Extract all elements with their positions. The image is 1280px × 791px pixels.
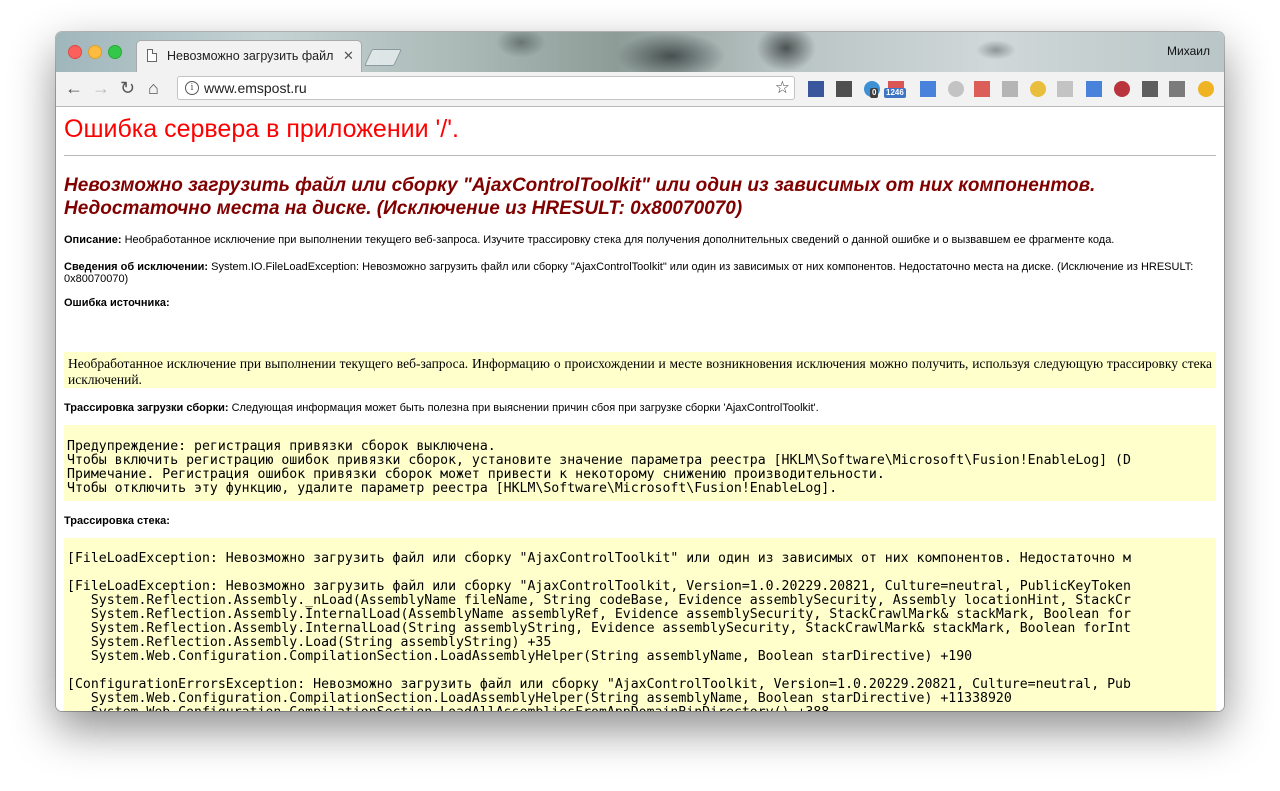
stack-trace-line: System.Reflection.Assembly.InternalLoad(… [67, 621, 1131, 636]
stack-trace-line: System.Reflection.Assembly.InternalLoad(… [67, 607, 1131, 622]
error-title: Невозможно загрузить файл или сборку "Aj… [64, 174, 1204, 220]
window-close-button[interactable] [68, 45, 82, 59]
window-minimize-button[interactable] [88, 45, 102, 59]
alert-extension-icon[interactable] [1198, 81, 1214, 97]
toolbar: ← → ↻ ⌂ i www.emspost.ru ☆ 0 1246 [56, 72, 1224, 107]
stack-trace-line: System.Web.Configuration.CompilationSect… [67, 649, 973, 664]
extension-badge: 1246 [884, 88, 906, 98]
chrome-extension-icon[interactable] [1030, 81, 1046, 97]
stack-trace-line [67, 664, 1216, 678]
assembly-trace-text: Следующая информация может быть полезна … [228, 402, 819, 414]
stack-trace-line: System.Reflection.Assembly._nLoad(Assemb… [67, 593, 1131, 608]
ublock-icon[interactable] [1114, 81, 1130, 97]
source-error-text: Необработанное исключение при выполнении… [68, 356, 1212, 387]
assembly-trace-label: Трассировка загрузки сборки: [64, 402, 229, 414]
error-title-line1: Невозможно загрузить файл или сборку "Aj… [64, 175, 1096, 196]
source-error-heading: Ошибка источника: [64, 297, 1214, 309]
page-extension-icon[interactable] [1002, 81, 1018, 97]
stack-trace-label: Трассировка стека: [64, 515, 170, 527]
stack-trace-line: System.Web.Configuration.CompilationSect… [67, 691, 1012, 706]
browser-window: Невозможно загрузить файл ✕ Михаил ← → ↻… [56, 32, 1224, 711]
stack-trace-line [67, 538, 1216, 552]
counter-extension-icon[interactable]: 1246 [884, 81, 906, 98]
forward-button[interactable]: → [92, 78, 110, 98]
book-extension-icon[interactable] [974, 81, 990, 97]
address-bar[interactable]: i www.emspost.ru ☆ [177, 76, 795, 100]
stack-trace-line: [FileLoadException: Невозможно загрузить… [67, 551, 1131, 566]
assembly-trace-lines: Предупреждение: регистрация привязки сбо… [64, 425, 1216, 496]
bookmark-star-icon[interactable]: ☆ [775, 78, 790, 98]
exception-label: Сведения об исключении: [64, 261, 209, 273]
stack-trace-line: [ConfigurationErrorsException: Невозможн… [67, 677, 1131, 692]
assembly-trace: Трассировка загрузки сборки: Следующая и… [64, 402, 1214, 414]
reload-button[interactable]: ↻ [120, 78, 135, 98]
page-heading: Ошибка сервера в приложении '/'. [64, 115, 459, 143]
back-button[interactable]: ← [65, 78, 83, 98]
new-tab-button[interactable] [364, 49, 402, 66]
divider [64, 155, 1216, 156]
inbox-extension-icon[interactable] [1142, 81, 1158, 97]
title-bar: Невозможно загрузить файл ✕ Михаил [56, 32, 1224, 72]
pin-extension-icon[interactable] [836, 81, 852, 97]
v-extension-icon[interactable] [808, 81, 824, 97]
page-content: Ошибка сервера в приложении '/'. Невозмо… [56, 107, 1224, 711]
profile-name[interactable]: Михаил [1167, 44, 1210, 58]
assembly-trace-line: Предупреждение: регистрация привязки сбо… [67, 439, 496, 454]
home-button[interactable]: ⌂ [148, 78, 159, 98]
tab-title: Невозможно загрузить файл [167, 49, 334, 63]
assembly-trace-line: Чтобы отключить эту функцию, удалите пар… [67, 481, 838, 496]
info-icon[interactable]: i [185, 81, 199, 95]
stack-trace-line: System.Web.Configuration.CompilationSect… [67, 706, 1216, 712]
description: Описание: Необработанное исключение при … [64, 234, 1214, 246]
url-text[interactable]: www.emspost.ru [204, 80, 307, 96]
stack-trace-heading: Трассировка стека: [64, 515, 1214, 527]
error-title-line2: Недостаточно места на диске. (Исключение… [64, 198, 743, 219]
stack-trace-line: System.Reflection.Assembly.Load(String a… [67, 635, 552, 650]
blue-extension-icon[interactable] [1086, 81, 1102, 97]
source-error-block: Необработанное исключение при выполнении… [64, 352, 1216, 388]
assembly-trace-line: Примечание. Регистрация ошибок привязки … [67, 467, 885, 482]
stack-trace-block: [FileLoadException: Невозможно загрузить… [64, 538, 1216, 711]
exception-details: Сведения об исключении: System.IO.FileLo… [64, 261, 1214, 285]
extension-badge: 0 [870, 88, 879, 98]
ghostery-icon[interactable]: 0 [864, 81, 880, 98]
source-error-label: Ошибка источника: [64, 297, 170, 309]
gray-extension-icon[interactable] [948, 81, 964, 97]
pen-extension-icon[interactable] [1169, 81, 1185, 97]
stack-trace-line: [FileLoadException: Невозможно загрузить… [67, 579, 1131, 594]
camera-extension-icon[interactable] [1057, 81, 1073, 97]
browser-tab[interactable]: Невозможно загрузить файл ✕ [136, 40, 362, 72]
stack-trace-lines: [FileLoadException: Невозможно загрузить… [64, 538, 1216, 712]
exception-text: System.IO.FileLoadException: Невозможно … [64, 261, 1194, 285]
assembly-trace-line: Чтобы включить регистрацию ошибок привяз… [67, 453, 1131, 468]
tab-close-icon[interactable]: ✕ [343, 48, 354, 64]
window-maximize-button[interactable] [108, 45, 122, 59]
sync-extension-icon[interactable] [920, 81, 936, 97]
description-label: Описание: [64, 234, 122, 246]
stack-trace-line [67, 566, 1216, 580]
description-text: Необработанное исключение при выполнении… [121, 234, 1115, 246]
page-icon [147, 49, 157, 62]
assembly-trace-block: Предупреждение: регистрация привязки сбо… [64, 425, 1216, 501]
